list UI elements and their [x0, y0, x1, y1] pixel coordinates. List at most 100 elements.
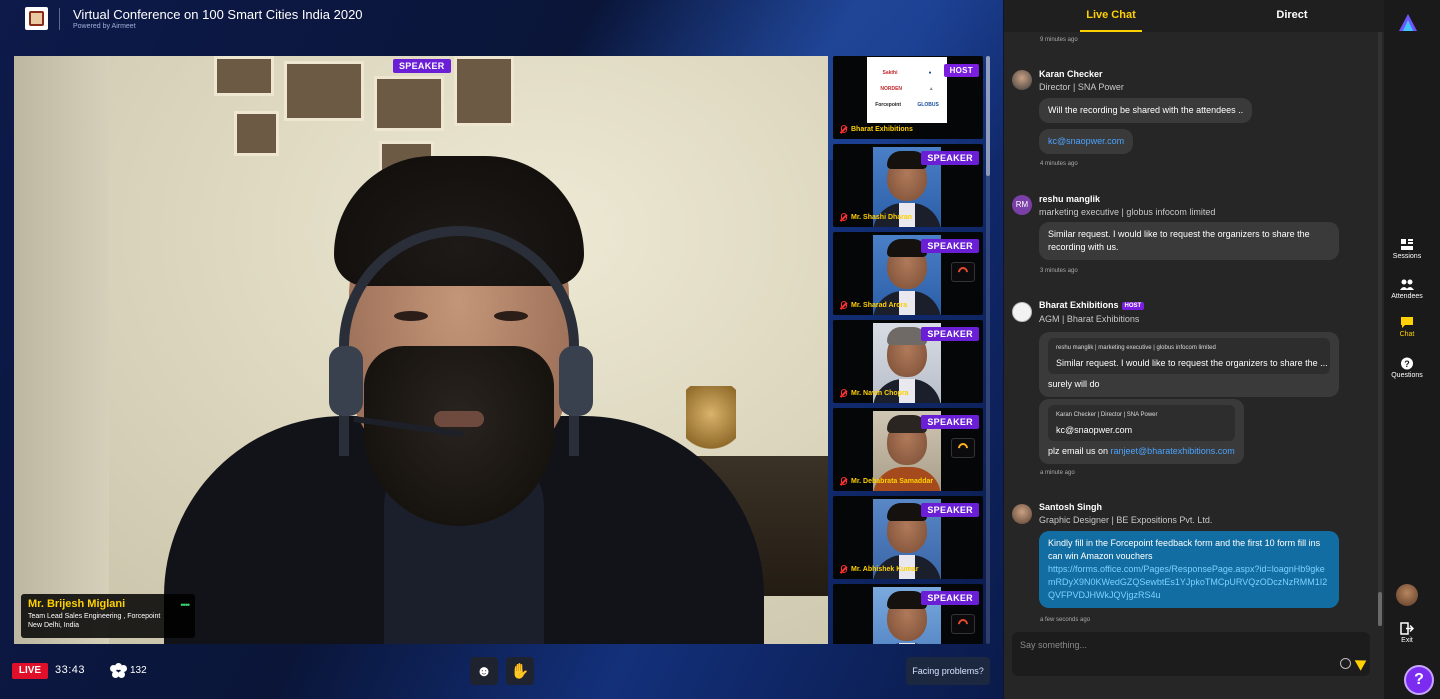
tab-direct[interactable]: Direct: [1272, 0, 1312, 32]
speaker-badge: SPEAKER: [921, 239, 979, 253]
top-bar: Virtual Conference on 100 Smart Cities I…: [0, 0, 1003, 40]
tile-name: Mr. Abhishek Kumar: [851, 566, 919, 573]
speaker-person: [134, 116, 764, 644]
emoji-icon: ☻: [476, 662, 492, 680]
chat-input-box: [1012, 632, 1370, 676]
tile-name: Mr. Shashi Dharan: [851, 214, 913, 221]
mic-off-icon: [840, 301, 847, 310]
chat-tabs: Live Chat Direct: [1004, 0, 1384, 32]
sender-title: marketing executive | globus infocom lim…: [1039, 207, 1216, 217]
help-button[interactable]: ?: [1404, 665, 1434, 695]
weak-network-icon: [951, 614, 975, 634]
stage: Virtual Conference on 100 Smart Cities I…: [0, 0, 1003, 699]
tile-speaker[interactable]: SPEAKER: [833, 584, 983, 644]
sender-title: Graphic Designer | BE Expositions Pvt. L…: [1039, 515, 1213, 525]
sender-title: Director | SNA Power: [1039, 82, 1124, 92]
tile-name: Mr. Debabrata Samaddar: [851, 478, 934, 485]
bottom-bar: LIVE 33:43 132 ☻ ✋ Facing problems?: [0, 648, 1003, 699]
speaker-location: New Delhi, India: [28, 622, 79, 629]
rail-questions[interactable]: ? Questions: [1384, 357, 1430, 379]
sender-name[interactable]: Karan Checker: [1039, 69, 1103, 79]
weak-network-icon: [951, 438, 975, 458]
chat-input[interactable]: [1020, 638, 1320, 652]
tab-live-chat[interactable]: Live Chat: [1080, 0, 1142, 32]
live-badge: LIVE: [12, 663, 48, 679]
avatar[interactable]: [1012, 302, 1032, 322]
attendee-count: 132: [130, 665, 147, 676]
sessions-icon: [1400, 238, 1414, 251]
rail-attendees[interactable]: Attendees: [1384, 278, 1430, 300]
message-time: a minute ago: [1040, 470, 1075, 476]
send-icon[interactable]: [1354, 655, 1370, 671]
tiles-scrollbar[interactable]: [986, 56, 990, 644]
sender-name[interactable]: Santosh Singh: [1039, 502, 1102, 512]
attendees-icon: [1400, 278, 1414, 291]
host-badge: HOST: [1121, 301, 1145, 310]
message-bubble: Similar request. I would like to request…: [1039, 222, 1339, 260]
weak-network-icon: [951, 262, 975, 282]
tile-name: Mr. Sharad Arora: [851, 302, 908, 309]
user-avatar[interactable]: [1396, 584, 1418, 606]
main-speaker-video[interactable]: SPEAKER Mr. Brijesh Miglani Team Lead Sa…: [14, 56, 828, 644]
avatar[interactable]: RM: [1012, 195, 1032, 215]
sender-title: AGM | Bharat Exhibitions: [1039, 314, 1140, 324]
right-rail: Sessions Attendees Chat ? Questions Exit…: [1384, 0, 1440, 699]
sponsor-sakthi: Sakthi: [882, 70, 898, 76]
sponsor-logos: Sakthi ● NORDEN ▲ Forcepoint GLOBUS: [867, 57, 947, 123]
question-icon: ?: [1400, 357, 1414, 370]
quoted-message[interactable]: Karan Checker | Director | SNA Power kc@…: [1048, 405, 1235, 441]
rail-sessions[interactable]: Sessions: [1384, 238, 1430, 260]
sponsor-norden: NORDEN: [880, 86, 903, 92]
speaker-badge: SPEAKER: [921, 591, 979, 605]
tile-speaker[interactable]: SPEAKER Mr. Debabrata Samaddar: [833, 408, 983, 491]
tile-name: Bharat Exhibitions: [851, 126, 913, 133]
chat-scrollbar[interactable]: [1378, 32, 1382, 626]
email-link[interactable]: kc@snaopwer.com: [1048, 136, 1124, 146]
email-link[interactable]: ranjeet@bharatexhibitions.com: [1111, 446, 1235, 456]
divider: [59, 8, 60, 30]
message-bubble: Kindly fill in the Forcepoint feedback f…: [1039, 531, 1339, 608]
speaker-badge: SPEAKER: [921, 415, 979, 429]
facing-problems-button[interactable]: Facing problems?: [906, 657, 990, 685]
message-time: a few seconds ago: [1040, 617, 1091, 623]
event-title: Virtual Conference on 100 Smart Cities I…: [73, 7, 363, 22]
message-time: 4 minutes ago: [1040, 161, 1078, 167]
tile-host[interactable]: Sakthi ● NORDEN ▲ Forcepoint GLOBUS HOST Bh…: [833, 56, 983, 139]
tile-speaker[interactable]: SPEAKER Mr. Abhishek Kumar: [833, 496, 983, 579]
tile-speaker[interactable]: SPEAKER Mr. Sharad Arora: [833, 232, 983, 315]
chat-messages: 9 minutes ago Karan Checker Director | S…: [1004, 32, 1376, 626]
tile-speaker[interactable]: SPEAKER Mr. Navin Chopra: [833, 320, 983, 403]
elapsed-time: 33:43: [55, 664, 86, 676]
message-bubble[interactable]: kc@snaopwer.com: [1039, 129, 1134, 154]
avatar[interactable]: [1012, 504, 1032, 524]
message-time: 3 minutes ago: [1040, 268, 1078, 274]
tile-speaker[interactable]: SPEAKER Mr. Shashi Dharan: [833, 144, 983, 227]
form-link[interactable]: https://forms.office.com/Pages/ResponseP…: [1048, 563, 1330, 602]
speaker-badge: SPEAKER: [921, 327, 979, 341]
hand-icon: ✋: [510, 663, 530, 680]
emoji-icon[interactable]: [1340, 658, 1351, 669]
message-bubble: Will the recording be shared with the at…: [1039, 98, 1253, 123]
airmeet-logo-icon[interactable]: [1397, 12, 1419, 34]
avatar[interactable]: [1012, 70, 1032, 90]
exit-icon: [1400, 622, 1415, 635]
quoted-message[interactable]: reshu manglik | marketing executive | gl…: [1048, 338, 1330, 374]
rail-exit[interactable]: Exit: [1384, 622, 1430, 644]
chat-panel: Live Chat Direct 9 minutes ago Karan Che…: [1004, 0, 1384, 699]
speaker-badge: SPEAKER: [921, 151, 979, 165]
event-logo: [25, 7, 48, 30]
speaker-name: Mr. Brijesh Miglani: [28, 598, 126, 610]
powered-by: Powered by Airmeet: [73, 23, 136, 30]
message-time: 9 minutes ago: [1040, 37, 1078, 43]
signal-icon: ••••: [180, 600, 190, 610]
reaction-button[interactable]: ☻: [470, 657, 498, 685]
raise-hand-button[interactable]: ✋: [506, 657, 534, 685]
tile-name: Mr. Navin Chopra: [851, 390, 909, 397]
mic-off-icon: [840, 389, 847, 398]
speaker-name-plate: Mr. Brijesh Miglani Team Lead Sales Engi…: [21, 594, 195, 638]
rail-chat[interactable]: Chat: [1384, 316, 1430, 338]
sender-name[interactable]: Bharat Exhibitions HOST: [1039, 300, 1145, 310]
speaker-badge: SPEAKER: [921, 503, 979, 517]
sender-name[interactable]: reshu manglik: [1039, 194, 1100, 204]
svg-text:?: ?: [1404, 359, 1410, 369]
